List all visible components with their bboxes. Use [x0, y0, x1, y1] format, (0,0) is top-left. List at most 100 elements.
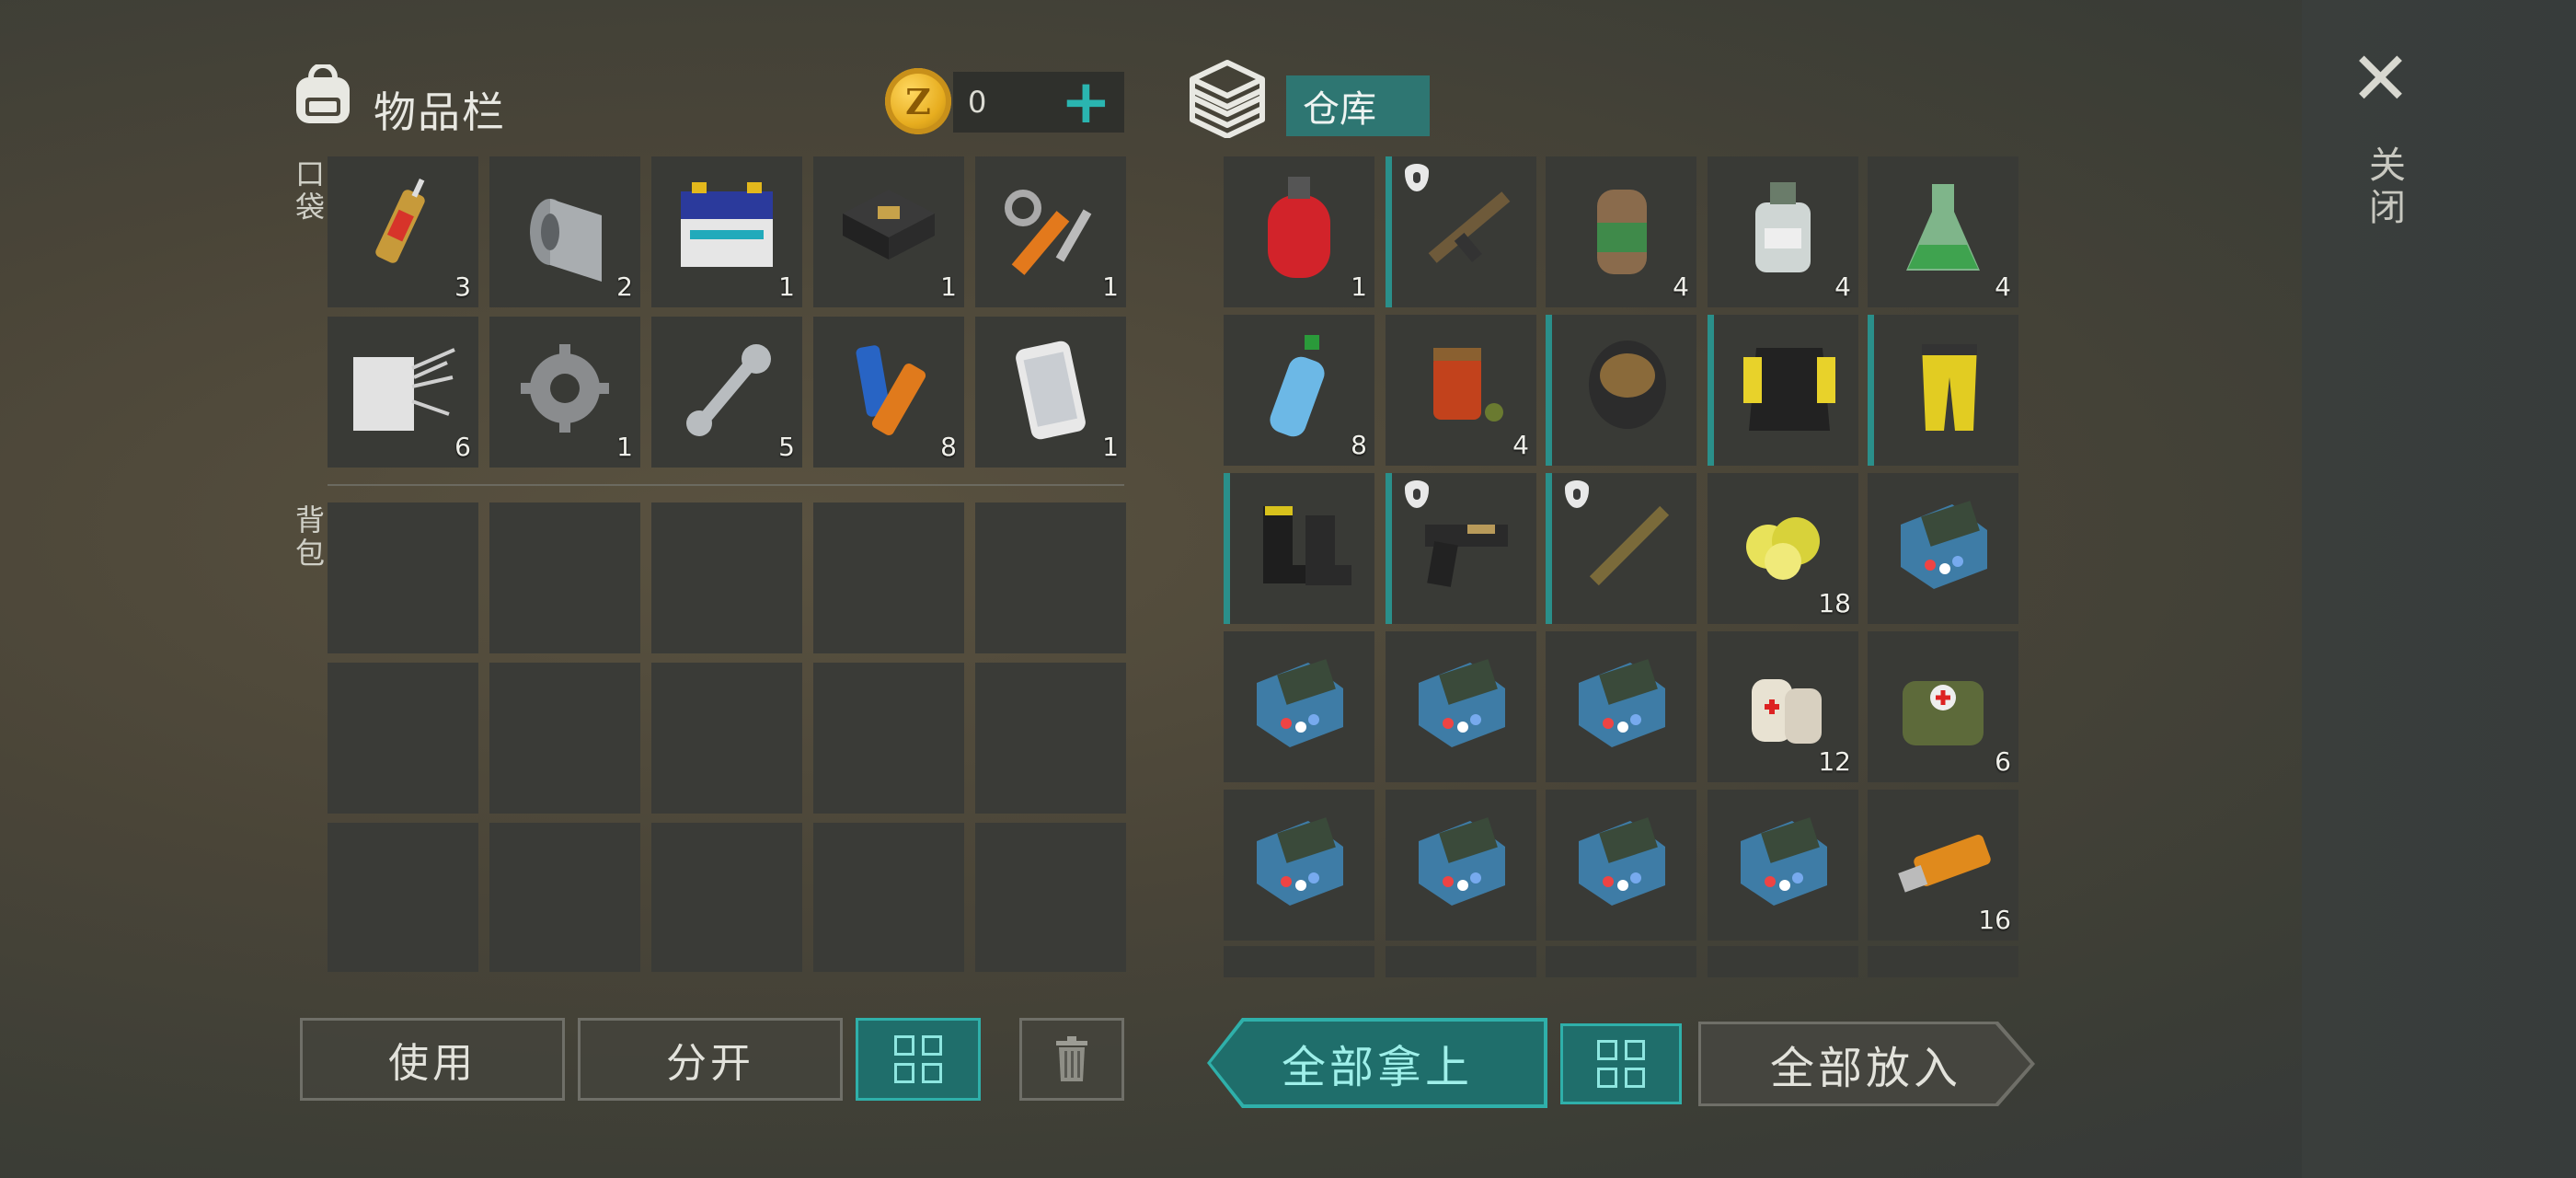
storage-slot[interactable]: [1546, 631, 1696, 782]
pocket-slot[interactable]: 1: [651, 156, 802, 307]
storage-slot[interactable]: [1386, 631, 1536, 782]
storage-slot[interactable]: [1868, 315, 2018, 466]
bandage-icon: [1752, 679, 1822, 744]
item-count: 1: [1102, 271, 1119, 302]
storage-slot[interactable]: 1: [1224, 156, 1374, 307]
backpack-slot[interactable]: [975, 823, 1126, 972]
storage-slot[interactable]: [1386, 946, 1536, 977]
coin-counter: 0 +: [953, 72, 1124, 133]
item-count: 1: [940, 271, 957, 302]
electronics-kit-icon: [1419, 817, 1505, 906]
storage-slot[interactable]: [1708, 946, 1858, 977]
trash-icon: [1056, 1036, 1087, 1081]
coin-amount: 0: [968, 85, 987, 120]
tab-storage[interactable]: 仓库: [1286, 75, 1430, 136]
storage-slot[interactable]: [1386, 473, 1536, 624]
backpack-slot[interactable]: [651, 823, 802, 972]
section-divider: [328, 484, 1124, 486]
aa-batteries-icon: [856, 345, 926, 435]
metal-roll-icon: [530, 199, 602, 282]
storage-slot[interactable]: 4: [1868, 156, 2018, 307]
storage-slot[interactable]: 6: [1868, 631, 2018, 782]
electronics-kit-icon: [1257, 817, 1343, 906]
pocket-slot[interactable]: 1: [975, 156, 1126, 307]
pocket-slot[interactable]: 6: [328, 317, 478, 468]
storage-slot[interactable]: [1224, 631, 1374, 782]
backpack-slot[interactable]: [813, 663, 964, 814]
storage-slot[interactable]: 4: [1708, 156, 1858, 307]
storage-slot[interactable]: [1868, 473, 2018, 624]
add-coins-button[interactable]: +: [1061, 72, 1111, 133]
item-count: 5: [778, 432, 795, 462]
storage-slot[interactable]: [1386, 790, 1536, 941]
boots-icon: [1263, 506, 1351, 585]
syringe-icon: [375, 178, 425, 263]
storage-stack-icon: [1190, 60, 1265, 138]
storage-slot[interactable]: [1868, 946, 2018, 977]
storage-slot[interactable]: [1386, 156, 1536, 307]
item-count: 4: [1673, 271, 1689, 302]
backpack-slot[interactable]: [975, 663, 1126, 814]
usb-drive-icon: [1898, 835, 1991, 893]
wrench-icon: [686, 344, 771, 436]
pocket-slot[interactable]: 3: [328, 156, 478, 307]
put-all-button[interactable]: 全部放入: [1701, 1024, 2030, 1103]
grid-view-button[interactable]: [856, 1018, 981, 1101]
electronics-kit-icon: [1419, 659, 1505, 747]
storage-slot[interactable]: [1224, 946, 1374, 977]
storage-slot[interactable]: 4: [1386, 315, 1536, 466]
close-icon[interactable]: ✕: [2350, 42, 2411, 116]
storage-slot[interactable]: 8: [1224, 315, 1374, 466]
item-count: 4: [1834, 271, 1851, 302]
backpack-slot[interactable]: [489, 502, 640, 653]
storage-grid-view-button[interactable]: [1560, 1023, 1682, 1104]
backpack-label: 背包: [291, 504, 326, 571]
medical-bag-icon: [1903, 681, 1984, 745]
close-label[interactable]: 关闭: [2357, 145, 2410, 230]
fabric-wire-icon: [353, 348, 455, 431]
pocket-slot[interactable]: 8: [813, 317, 964, 468]
backpack-slot[interactable]: [813, 502, 964, 653]
backpack-slot[interactable]: [813, 823, 964, 972]
item-count: 18: [1818, 588, 1851, 618]
storage-slot[interactable]: [1708, 315, 1858, 466]
pocket-slot[interactable]: 1: [975, 317, 1126, 468]
storage-slot[interactable]: 16: [1868, 790, 2018, 941]
smartphone-icon: [1016, 341, 1086, 440]
trash-button[interactable]: [1019, 1018, 1124, 1101]
shotgun-icon: [1589, 505, 1670, 586]
pocket-slot[interactable]: 5: [651, 317, 802, 468]
storage-slot[interactable]: 18: [1708, 473, 1858, 624]
backpack-slot[interactable]: [651, 502, 802, 653]
water-bottle-icon: [1270, 335, 1325, 437]
backpack-slot[interactable]: [975, 502, 1126, 653]
storage-slot[interactable]: [1708, 790, 1858, 941]
storage-slot[interactable]: 4: [1546, 156, 1696, 307]
pocket-slot[interactable]: 2: [489, 156, 640, 307]
canister-icon: [1597, 190, 1647, 274]
gear-icon: [521, 344, 609, 433]
storage-slot[interactable]: [1546, 473, 1696, 624]
tactical-vest-icon: [1743, 348, 1835, 431]
backpack-slot[interactable]: [489, 823, 640, 972]
storage-slot[interactable]: 12: [1708, 631, 1858, 782]
take-all-button[interactable]: 全部拿上: [1211, 1022, 1544, 1104]
pocket-slot[interactable]: 1: [813, 156, 964, 307]
split-button[interactable]: 分开: [578, 1018, 843, 1101]
grid-icon: [894, 1035, 942, 1083]
flask-icon: [1906, 184, 1980, 271]
backpack-slot[interactable]: [328, 502, 478, 653]
backpack-slot[interactable]: [328, 663, 478, 814]
backpack-slot[interactable]: [328, 823, 478, 972]
storage-slot[interactable]: [1546, 790, 1696, 941]
backpack-slot[interactable]: [489, 663, 640, 814]
item-count: 6: [1995, 746, 2011, 777]
storage-slot[interactable]: [1546, 946, 1696, 977]
gas-cylinder-icon: [1268, 177, 1330, 278]
storage-slot[interactable]: [1224, 790, 1374, 941]
storage-slot[interactable]: [1546, 315, 1696, 466]
storage-slot[interactable]: [1224, 473, 1374, 624]
backpack-slot[interactable]: [651, 663, 802, 814]
pocket-slot[interactable]: 1: [489, 317, 640, 468]
use-button[interactable]: 使用: [300, 1018, 565, 1101]
